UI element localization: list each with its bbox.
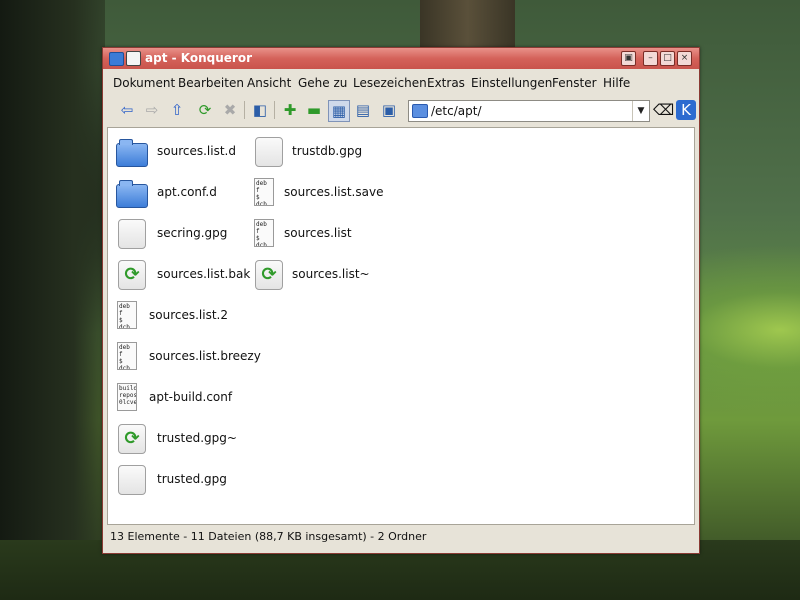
text-file-icon: deb f $ dcb — [117, 342, 137, 370]
zoom-out-icon[interactable]: ▬ — [304, 100, 324, 120]
window-title: apt - Konqueror — [145, 51, 252, 65]
toolbar-separator — [274, 101, 275, 119]
status-bar: 13 Elemente - 11 Dateien (88,7 KB insges… — [107, 526, 695, 548]
blank-file-icon — [118, 219, 146, 249]
text-file-icon: deb f $ dcb — [117, 301, 137, 329]
backup-file-icon: ⟳ — [118, 260, 146, 290]
kde-logo-icon[interactable]: K — [676, 100, 696, 120]
file-name: apt-build.conf — [149, 390, 233, 404]
wallpaper-shadow — [0, 0, 105, 600]
file-name: sources.list.save — [284, 185, 384, 199]
file-name: sources.list.2 — [149, 308, 228, 322]
menu-extras[interactable]: Extras — [427, 76, 465, 90]
forward-arrow-icon[interactable]: ⇨ — [142, 100, 162, 120]
file-name: secring.gpg — [157, 226, 228, 240]
konqueror-window: apt - Konqueror ▣ – □ × Dokument Bearbei… — [102, 47, 700, 554]
close-button[interactable]: × — [677, 51, 692, 66]
window-menu-icon[interactable] — [126, 51, 141, 66]
menu-bar: Dokument Bearbeiten Ansicht Gehe zu Lese… — [107, 73, 695, 93]
blank-file-icon — [118, 465, 146, 495]
file-name: sources.list — [284, 226, 352, 240]
reload-icon[interactable]: ⟳ — [195, 100, 215, 120]
zoom-in-icon[interactable]: ✚ — [280, 100, 300, 120]
file-name: sources.list.d — [157, 144, 236, 158]
menu-einstellungen[interactable]: Einstellungen — [471, 76, 552, 90]
minimize-button[interactable]: – — [643, 51, 658, 66]
chevron-down-icon[interactable]: ▼ — [632, 101, 649, 121]
text-file-icon: deb f $ dcb — [254, 219, 274, 247]
stop-icon[interactable]: ✖ — [220, 100, 240, 120]
backup-file-icon: ⟳ — [118, 424, 146, 454]
main-toolbar: ⇦ ⇨ ⇧ ⟳ ✖ ◧ ✚ ▬ ▦ ▤ ▣ /etc/apt/ ▼ ⌫ K — [107, 96, 696, 124]
menu-ansicht[interactable]: Ansicht — [247, 76, 291, 90]
folder-icon — [412, 104, 428, 118]
status-text: 13 Elemente - 11 Dateien (88,7 KB insges… — [110, 530, 427, 543]
file-name: trusted.gpg~ — [157, 431, 237, 445]
wallpaper-tree — [420, 0, 515, 48]
folder-icon — [116, 139, 148, 167]
menu-gehe-zu[interactable]: Gehe zu — [298, 76, 347, 90]
file-icon-view[interactable]: sources.list.d apt.conf.d secring.gpg ⟳ … — [107, 127, 695, 525]
menu-bearbeiten[interactable]: Bearbeiten — [178, 76, 244, 90]
preview-icon[interactable]: ▣ — [379, 100, 399, 120]
title-bar[interactable]: apt - Konqueror ▣ – □ × — [103, 48, 699, 69]
file-name: trustdb.gpg — [292, 144, 363, 158]
clear-location-icon[interactable]: ⌫ — [653, 100, 674, 120]
up-arrow-icon[interactable]: ⇧ — [167, 100, 187, 120]
location-bar[interactable]: /etc/apt/ ▼ — [408, 100, 650, 122]
blank-file-icon — [255, 137, 283, 167]
menu-lesezeichen[interactable]: Lesezeichen — [353, 76, 427, 90]
toolbar-separator — [244, 101, 245, 119]
folder-window-icon[interactable] — [109, 52, 124, 66]
list-view-icon[interactable]: ▤ — [353, 100, 373, 120]
location-input[interactable]: /etc/apt/ — [431, 104, 482, 118]
maximize-button[interactable]: □ — [660, 51, 675, 66]
backup-file-icon: ⟳ — [255, 260, 283, 290]
menu-dokument[interactable]: Dokument — [113, 76, 175, 90]
menu-hilfe[interactable]: Hilfe — [603, 76, 630, 90]
file-name: sources.list.breezy — [149, 349, 261, 363]
file-name: trusted.gpg — [157, 472, 227, 486]
file-name: sources.list.bak — [157, 267, 251, 281]
text-file-icon: deb f $ dcb — [254, 178, 274, 206]
icon-view-icon[interactable]: ▦ — [328, 100, 350, 122]
keep-above-icon[interactable]: ▣ — [621, 51, 636, 66]
folder-icon — [116, 180, 148, 208]
text-file-icon: build repos 0lcve — [117, 383, 137, 411]
back-arrow-icon[interactable]: ⇦ — [117, 100, 137, 120]
file-name: apt.conf.d — [157, 185, 217, 199]
file-name: sources.list~ — [292, 267, 370, 281]
menu-fenster[interactable]: Fenster — [552, 76, 597, 90]
split-view-icon[interactable]: ◧ — [250, 100, 270, 120]
